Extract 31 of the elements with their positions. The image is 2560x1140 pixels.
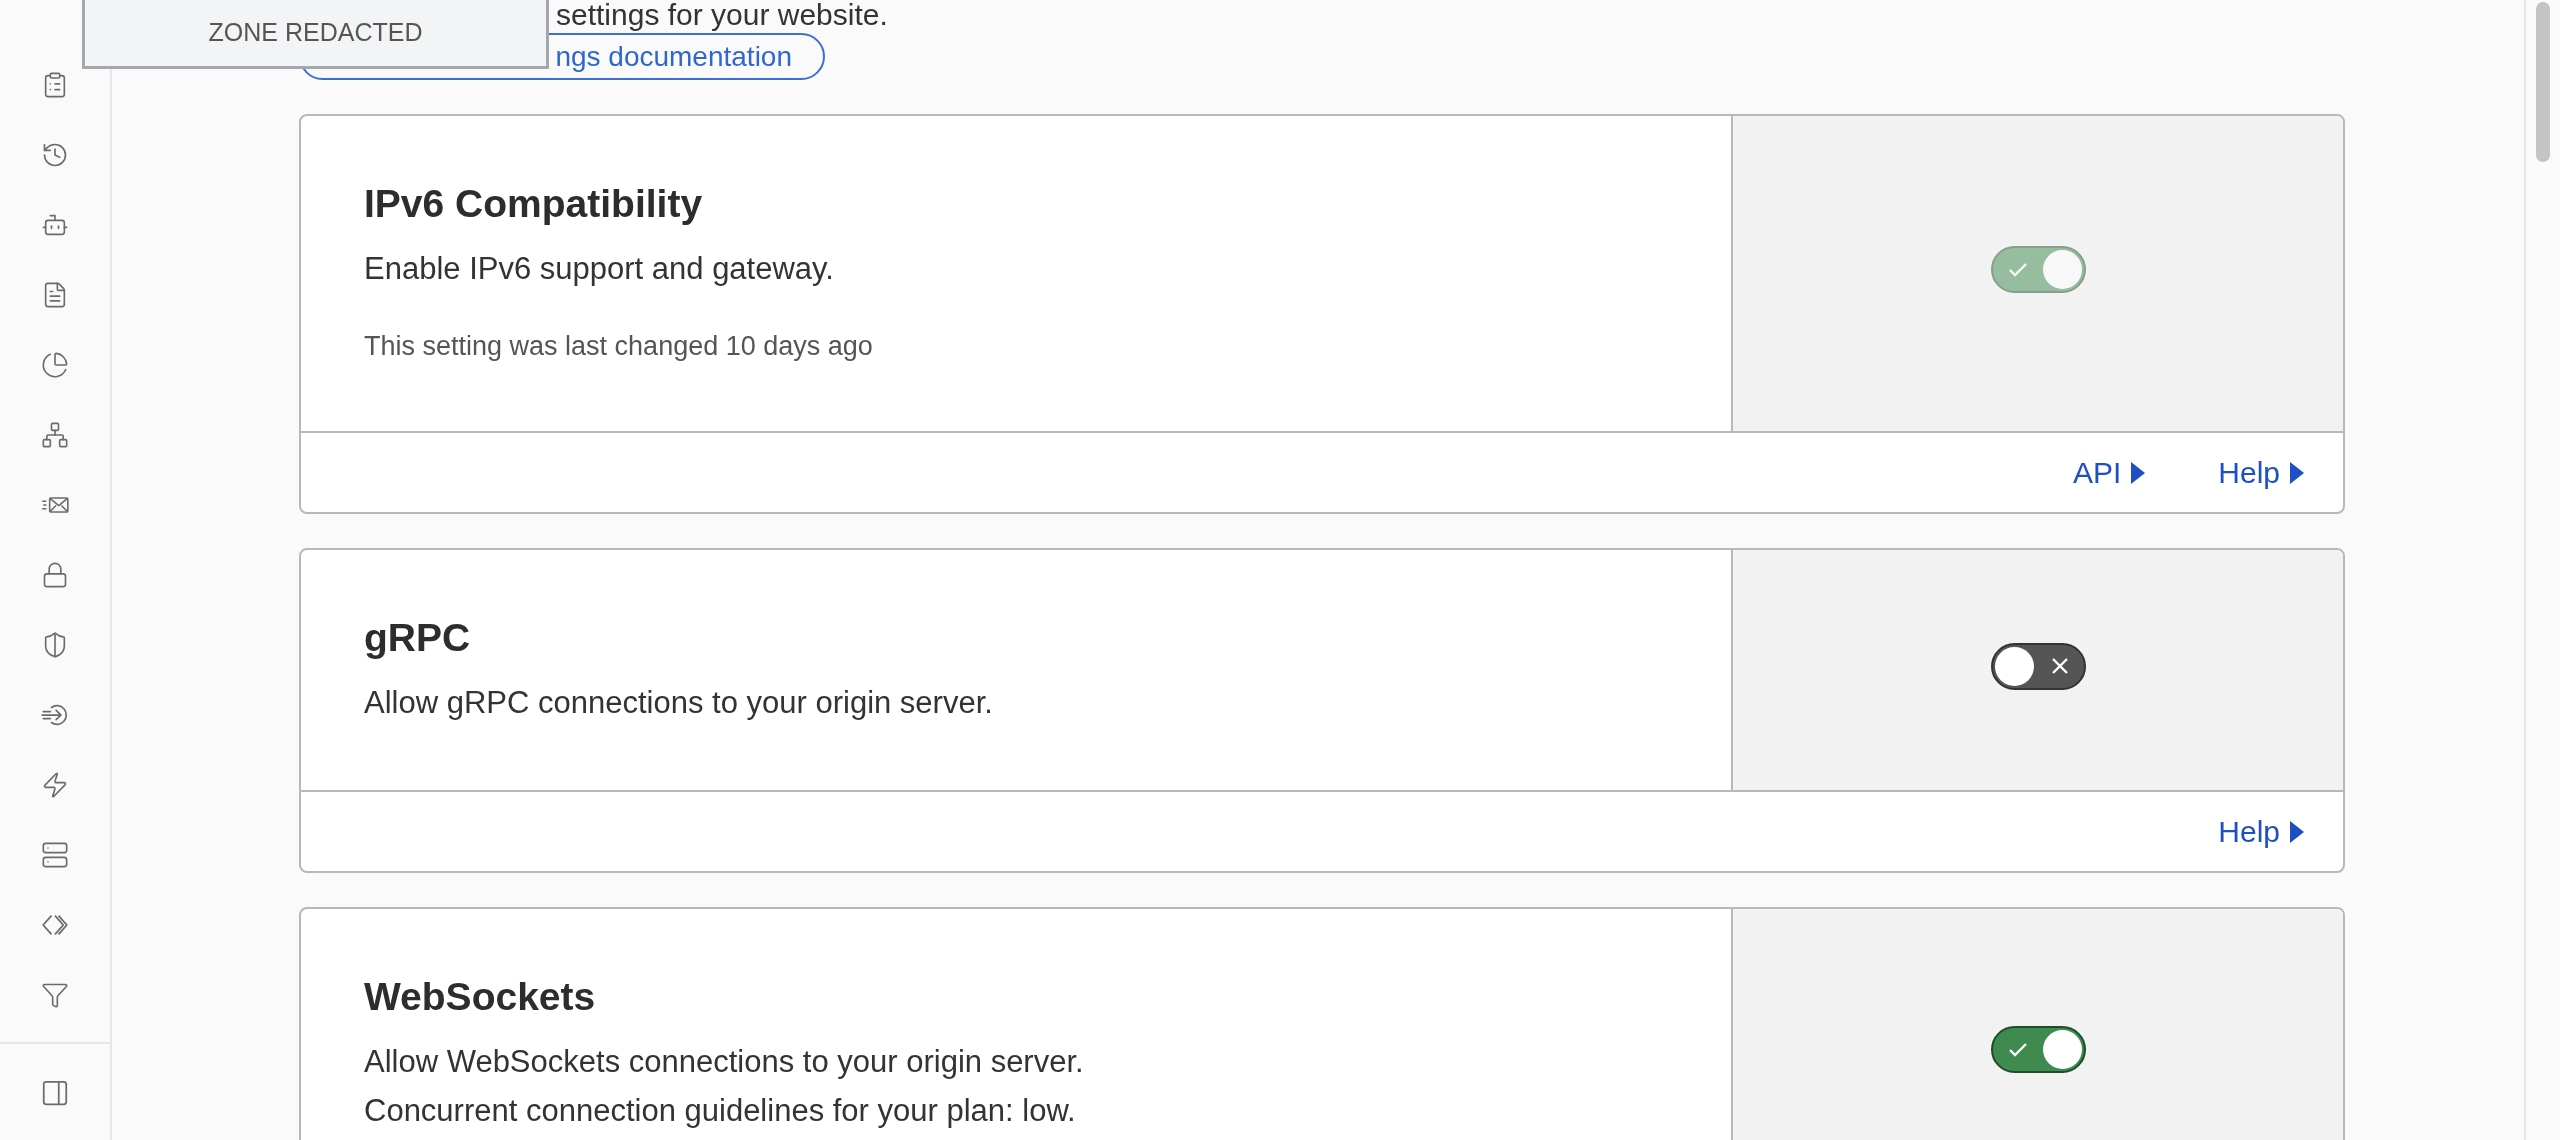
- caret-right-icon: [2290, 461, 2304, 484]
- lock-icon[interactable]: [41, 561, 69, 589]
- network-icon[interactable]: [41, 421, 69, 449]
- footer-link[interactable]: Help: [2218, 813, 2304, 850]
- setting-description: Allow gRPC connections to your origin server.: [364, 684, 993, 722]
- chevrons-icon[interactable]: [42, 914, 68, 936]
- setting-title: IPv6 Compatibility: [364, 181, 703, 227]
- setting-description: Concurrent connection guidelines for your plan: low.: [364, 1092, 1076, 1130]
- caret-right-icon: [2290, 820, 2304, 843]
- arrow-in-circle-icon[interactable]: [41, 703, 69, 727]
- scrollbar-thumb[interactable]: [2536, 2, 2550, 162]
- caret-right-icon: [2131, 461, 2146, 484]
- setting-description: Enable IPv6 support and gateway.: [364, 250, 834, 288]
- toggle-switch[interactable]: [1990, 642, 2086, 690]
- setting-title: WebSockets: [364, 974, 596, 1020]
- redaction-overlay: ZONE REDACTED: [82, 0, 549, 69]
- funnel-icon[interactable]: [41, 981, 69, 1009]
- intro-text: settings for your website.: [556, 0, 889, 30]
- envelope-icon[interactable]: [41, 497, 69, 513]
- last-changed-text: This setting was last changed 10 days ago: [364, 330, 873, 363]
- panel-toggle-icon[interactable]: [40, 1078, 70, 1108]
- lightning-icon[interactable]: [41, 771, 69, 799]
- setting-title: gRPC: [364, 615, 471, 661]
- x-icon: [2051, 658, 2068, 674]
- toggle-switch[interactable]: [1990, 1026, 2086, 1073]
- setting-description: Allow WebSockets connections to your origin server.: [364, 1043, 1084, 1081]
- history-icon[interactable]: [41, 141, 69, 169]
- pie-chart-icon[interactable]: [41, 351, 69, 379]
- server-icon[interactable]: [41, 841, 69, 869]
- check-icon: [2008, 262, 2027, 277]
- check-icon: [2008, 1042, 2027, 1057]
